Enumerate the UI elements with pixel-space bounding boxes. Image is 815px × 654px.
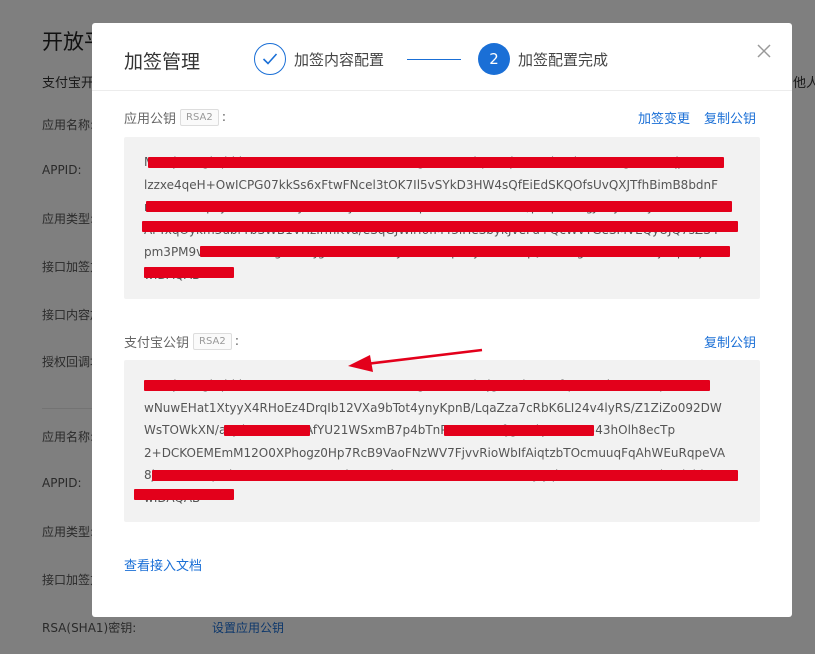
check-icon	[254, 43, 286, 75]
copy-app-key-link[interactable]: 复制公钥	[704, 108, 756, 127]
copy-alipay-key-link[interactable]: 复制公钥	[704, 332, 756, 351]
redaction-mark	[200, 246, 730, 257]
app-key-label-row: 应用公钥 RSA2 :	[124, 109, 227, 127]
step-1: 加签内容配置	[254, 43, 384, 75]
sign-management-modal: 加签管理 加签内容配置 2 加签配置完成 应用公钥 RSA2 : 加签变更 复制…	[92, 23, 792, 617]
modal-title: 加签管理	[124, 51, 201, 73]
redaction-mark	[142, 221, 738, 232]
redaction-mark	[134, 489, 234, 500]
redaction-mark	[152, 470, 738, 481]
app-key-box: MIIBIjANBgkqhkiG9w0BAQEFAAOCAQ8AMIIBCgKC…	[124, 137, 760, 299]
view-docs-link[interactable]: 查看接入文档	[124, 555, 202, 574]
redaction-mark	[146, 201, 732, 212]
redaction-mark	[144, 380, 710, 391]
step-connector	[407, 59, 461, 60]
alipay-key-box: MIIBIjANBgkqhkiG9w0BAQEFAAOCAQ8AMIIBCgKC…	[124, 360, 760, 522]
rsa2-badge: RSA2	[180, 109, 219, 126]
change-sign-link[interactable]: 加签变更	[638, 108, 690, 127]
step-2: 2 加签配置完成	[478, 43, 608, 75]
modal-header: 加签管理 加签内容配置 2 加签配置完成	[92, 23, 792, 91]
step-2-number: 2	[478, 43, 510, 75]
redaction-mark	[144, 267, 234, 278]
key-line: lzzxe4qeH+OwICPG07kkSs6xFtwFNcel3tOK7Il5…	[144, 177, 719, 192]
app-key-label: 应用公钥	[124, 112, 177, 127]
close-button[interactable]	[754, 41, 774, 61]
annotation-arrow-icon	[348, 348, 483, 372]
step-1-label: 加签内容配置	[294, 50, 385, 69]
redaction-mark	[224, 425, 310, 436]
alipay-key-label-row: 支付宝公钥 RSA2 :	[124, 333, 240, 351]
key-line: wNuwEHat1XtyyX4RHoEz4DrqIb12VXa9bTot4yny…	[144, 400, 722, 415]
alipay-key-label: 支付宝公钥	[124, 336, 190, 351]
key-line: 2+DCKOEMEmM12O0XPhogz0Hp7RcB9VaoFNzWV7Fj…	[144, 445, 726, 460]
rsa2-badge: RSA2	[193, 333, 232, 350]
step-2-label: 加签配置完成	[518, 50, 609, 69]
redaction-mark	[444, 425, 594, 436]
redaction-mark	[148, 157, 724, 168]
close-icon	[757, 44, 771, 58]
